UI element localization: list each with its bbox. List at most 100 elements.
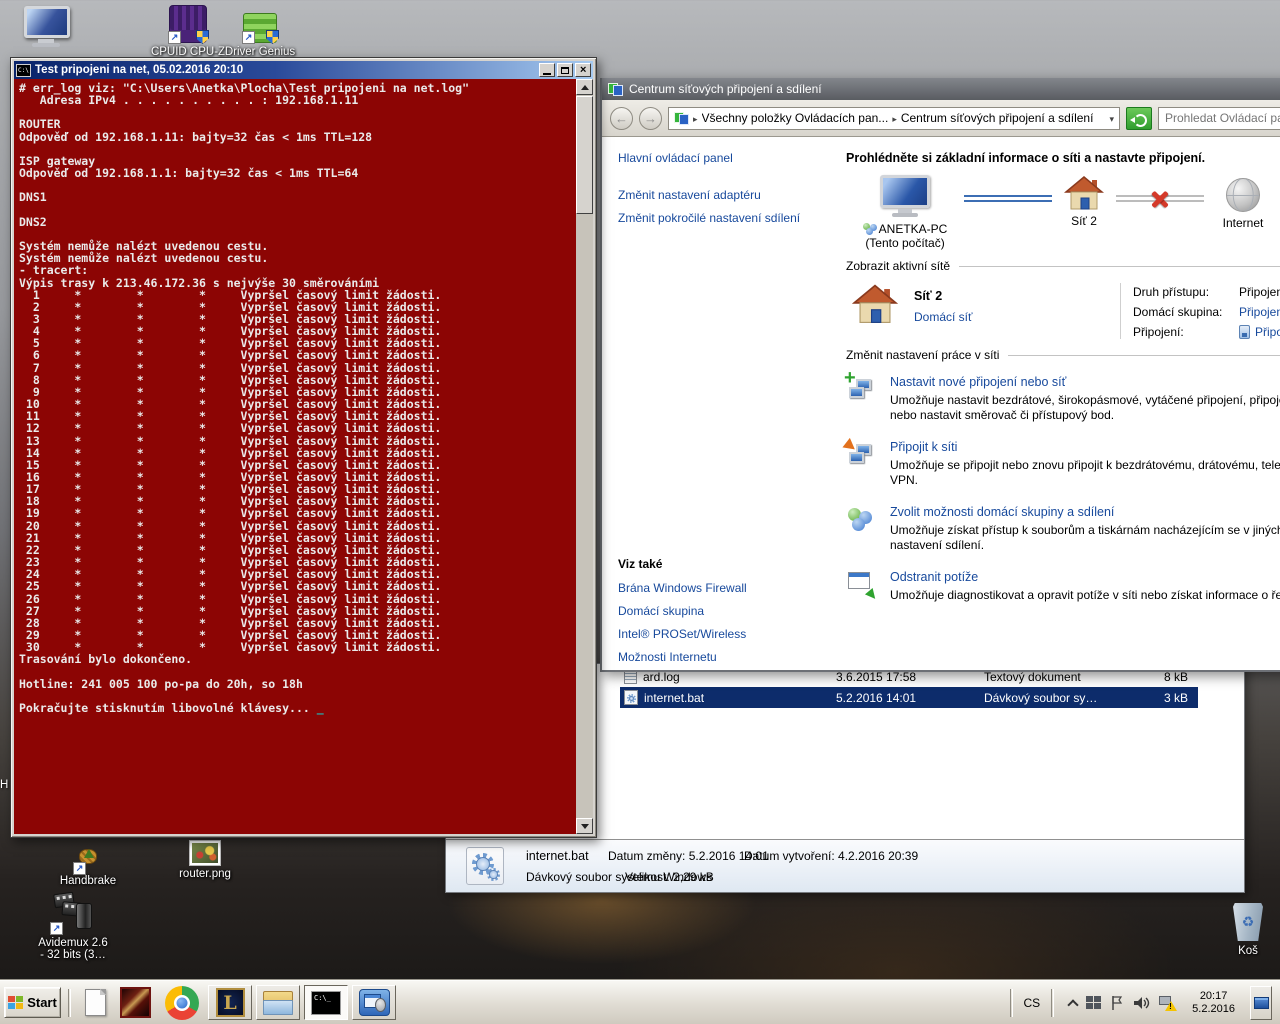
back-button[interactable] [610,106,633,130]
map-computer[interactable]: ANETKA-PC (Tento počítač) [846,175,964,250]
section-change-settings: Změnit nastavení práce v síti [846,348,1280,362]
quicklaunch-document-icon[interactable] [85,989,106,1016]
computer-icon [24,6,74,48]
network-center-window: Centrum síťových připojení a sdílení Vše… [600,78,1280,672]
refresh-button[interactable] [1126,106,1152,130]
close-button[interactable] [575,63,591,77]
driver-genius-icon [242,13,279,44]
desktop-icon-avidemux[interactable]: Avidemux 2.6 - 32 bits (3… [8,891,138,961]
taskbar: Start CS [0,980,1280,1024]
connection-link[interactable]: Připojení k [1255,325,1280,339]
desktop-icon-recycle-bin[interactable]: Koš [1222,903,1274,957]
red-x-icon [1149,188,1171,210]
desktop-icon-label: Handbrake [59,875,117,887]
file-row-selected[interactable]: internet.bat 5.2.2016 14:01 Dávkový soub… [620,687,1198,708]
handbrake-icon [73,849,101,875]
task-troubleshoot: Odstranit potíže Umožňuje diagnostikovat… [846,570,1280,603]
maximize-button[interactable] [557,63,573,77]
task-title-link[interactable]: Odstranit potíže [890,570,1280,584]
network-center-main: Prohlédněte si základní informace o síti… [820,137,1280,670]
map-internet-label: Internet [1222,216,1264,230]
breadcrumb-current[interactable]: Centrum síťových připojení a sdílení [901,111,1094,125]
windows-update-tray-icon[interactable] [1086,996,1102,1009]
minimize-button[interactable] [539,63,555,77]
show-hidden-icons-chevron[interactable] [1067,998,1079,1011]
homegroup-status-link[interactable]: Připojeno [1239,305,1280,319]
homegroup-label: Domácí skupina: [1133,305,1223,319]
sidebar-item-intel-proset[interactable]: Intel® PROSet/Wireless [618,627,747,641]
sidebar-item-home[interactable]: Hlavní ovládací panel [618,151,820,165]
sidebar-item-homegroup[interactable]: Domácí skupina [618,604,747,618]
breadcrumb[interactable]: Všechny položky Ovládacích pan... Centru… [668,106,1120,130]
taskbar-button-terminal-active[interactable] [304,985,348,1020]
show-desktop-button[interactable] [1250,985,1272,1020]
task-title-link[interactable]: Připojit k síti [890,440,1280,454]
sidebar-item-internet-options[interactable]: Možnosti Internetu [618,650,747,664]
terminal-titlebar[interactable]: Test pripojeni na net, 05.02.2016 20:10 [14,61,593,79]
scrollbar-thumb[interactable] [576,96,593,214]
speaker-icon[interactable] [1133,995,1150,1011]
homegroup-badge-icon [862,223,877,235]
task-homegroup-options: Zvolit možnosti domácí skupiny a sdílení… [846,505,1280,553]
desktop-icon-computer[interactable] [24,6,74,48]
chevron-right-icon [892,111,897,125]
lan-connection-icon [1239,325,1250,339]
active-network-name: Síť 2 [914,289,943,303]
search-input[interactable] [1158,106,1280,130]
taskbar-button-league-of-legends[interactable] [208,985,252,1020]
quicklaunch-chrome-icon[interactable] [165,985,199,1020]
action-center-flag-icon[interactable] [1110,995,1124,1011]
network-center-titlebar[interactable]: Centrum síťových připojení a sdílení [602,78,1280,100]
desktop-icon-router-png[interactable]: router.png [155,840,255,880]
network-type-link[interactable]: Domácí síť [914,310,973,324]
task-description-line: Umožňuje se připojit nebo znovu připojit… [890,458,1280,472]
cmd-icon [311,990,341,1015]
language-indicator[interactable]: CS [1020,994,1045,1012]
connection-line-ok [964,195,1052,202]
scroll-down-button[interactable] [576,818,593,834]
folder-icon [263,990,293,1015]
desktop-icon-handbrake[interactable]: Handbrake [50,841,126,887]
recycle-bin-icon [1233,903,1263,941]
sidebar-item-firewall[interactable]: Brána Windows Firewall [618,581,747,595]
file-modified: 5.2.2016 14:01 [836,690,917,705]
quicklaunch-game-icon[interactable] [120,987,151,1018]
active-network-item: Síť 2 Domácí síť Druh přístupu: Připojen… [846,283,1280,339]
breadcrumb-root[interactable]: Všechny položky Ovládacích pan... [702,111,889,125]
task-title-link[interactable]: Zvolit možnosti domácí skupiny a sdílení [890,505,1280,519]
desktop-icon-cpuz[interactable]: CPUID CPU-Z [148,5,228,58]
taskbar-button-network-center[interactable] [352,985,396,1020]
sidebar-item-adapter-settings[interactable]: Změnit nastavení adaptéru [618,188,820,202]
network-status-warning-icon[interactable] [1159,995,1178,1011]
shortcut-arrow-icon [168,31,181,44]
chevron-down-icon[interactable] [1109,111,1114,125]
map-network[interactable]: Síť 2 [1052,175,1116,228]
map-internet[interactable]: Internet [1206,175,1280,230]
explorer-details-pane: internet.bat Dávkový soubor systému Wind… [446,839,1244,892]
see-also-title: Viz také [618,557,663,571]
forward-button[interactable] [639,106,662,130]
shortcut-arrow-icon [242,31,255,44]
task-connect-to-network: Připojit k síti Umožňuje se připojit neb… [842,437,1280,488]
scroll-up-button[interactable] [576,79,593,95]
taskbar-clock[interactable]: 20:17 5.2.2016 [1186,990,1241,1016]
desktop-icon-label: Koš [1238,945,1258,957]
taskbar-button-explorer[interactable] [256,985,300,1020]
details-created-label: Datum vytvoření: [744,849,835,863]
desktop-icon-driver-genius[interactable]: Driver Genius [222,13,298,58]
start-button[interactable]: Start [4,987,61,1018]
task-description-line: nastavení sdílení. [890,538,985,552]
task-description-line: Umožňuje diagnostikovat a opravit potíže… [890,588,1280,602]
connection-line-broken [1116,195,1204,202]
shortcut-arrow-icon [50,922,63,935]
search-box [1158,106,1280,130]
sidebar-item-sharing-settings[interactable]: Změnit pokročilé nastavení sdílení [618,211,820,225]
start-button-label: Start [27,995,57,1010]
see-also-section: Viz také Brána Windows Firewall Domácí s… [618,557,747,673]
breadcrumb-icon [674,111,689,125]
terminal-output-area[interactable]: # err_log viz: "C:\Users\Anetka\Plocha\T… [14,79,576,834]
task-title-link[interactable]: Nastavit nové připojení nebo síť [890,375,1280,389]
chevron-right-icon [693,111,698,125]
terminal-scrollbar[interactable] [576,79,593,834]
map-computer-name: ANETKA-PC [878,222,948,236]
